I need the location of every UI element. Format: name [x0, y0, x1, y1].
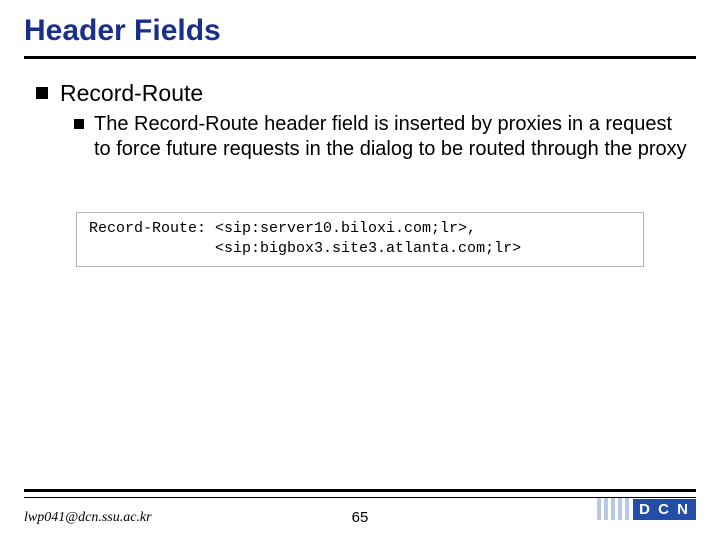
footer-rule-thin	[24, 497, 696, 498]
logo-bars-icon	[597, 498, 629, 520]
footer-logo: D C N	[597, 498, 696, 520]
bullet-level2-text: The Record-Route header field is inserte…	[94, 112, 694, 162]
bullet-level2: The Record-Route header field is inserte…	[74, 112, 694, 162]
bullet-level1-text: Record-Route	[60, 80, 203, 107]
slide-title: Header Fields	[24, 14, 221, 48]
logo-text: D C N	[633, 499, 696, 520]
bullet-square-icon	[74, 119, 84, 129]
slide: Header Fields Record-Route The Record-Ro…	[0, 0, 720, 540]
footer-rule	[24, 489, 696, 492]
bullet-square-icon	[36, 87, 48, 99]
title-rule	[24, 56, 696, 59]
bullet-level1: Record-Route	[36, 80, 203, 107]
code-sample: Record-Route: <sip:server10.biloxi.com;l…	[76, 212, 644, 267]
